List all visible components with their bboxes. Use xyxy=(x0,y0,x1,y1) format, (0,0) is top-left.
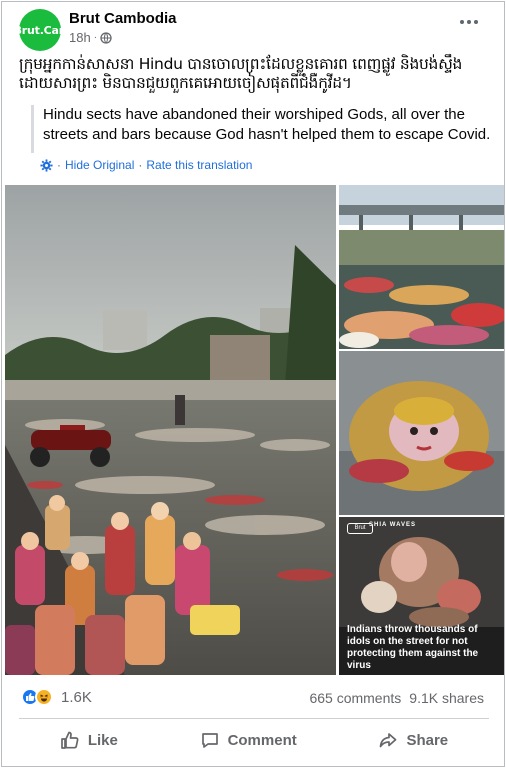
gear-icon[interactable] xyxy=(40,158,53,172)
shares-count[interactable]: 9.1K shares xyxy=(409,690,484,706)
engagement-stats: 665 comments 9.1K shares xyxy=(309,690,484,706)
post-time[interactable]: 18h xyxy=(69,30,91,45)
meta-separator: · xyxy=(93,32,98,43)
reactions-count: 1.6K xyxy=(61,688,92,706)
comment-icon xyxy=(201,733,218,748)
translation-controls: · Hide Original · Rate this translation xyxy=(40,158,252,172)
translated-text: Hindu sects have abandoned their worship… xyxy=(31,105,491,153)
post-caption: ក្រុមអ្នកកាន់សាសនា Hindu បានចោលព្រះដែលខ្… xyxy=(19,55,463,92)
comments-count[interactable]: 665 comments xyxy=(309,690,401,706)
comment-button[interactable]: Comment xyxy=(200,730,297,750)
reactions-summary[interactable]: 1.6K xyxy=(21,688,92,706)
photo-riverbank-idols[interactable] xyxy=(339,185,504,349)
page-avatar[interactable]: Brut.Can xyxy=(14,9,67,51)
like-label: Like xyxy=(87,731,118,749)
haha-reaction-icon xyxy=(35,688,53,706)
post-card: Brut.Can Brut Cambodia 18h · ក្រុមអ្នកកា… xyxy=(1,1,505,767)
hide-original-link[interactable]: Hide Original xyxy=(65,158,134,172)
photo-thrown-idols-captioned[interactable]: Brut SHIA WAVES Indians throw thousands … xyxy=(339,517,504,675)
avatar-text: Brut.Can xyxy=(13,23,67,37)
share-label: Share xyxy=(406,731,449,749)
page-name[interactable]: Brut Cambodia xyxy=(69,10,177,27)
rate-translation-link[interactable]: Rate this translation xyxy=(146,158,252,172)
like-button[interactable]: Like xyxy=(60,730,118,750)
action-bar: Like Comment Share xyxy=(19,726,489,754)
share-button[interactable]: Share xyxy=(378,730,448,750)
link-separator: · xyxy=(57,158,61,172)
post-meta: 18h · xyxy=(69,30,112,45)
photo-overlay-caption: Indians throw thousands of idols on the … xyxy=(347,624,479,671)
globe-icon xyxy=(100,31,112,44)
share-icon xyxy=(380,733,397,748)
photo-idol-in-water[interactable] xyxy=(339,351,504,515)
photo-main-street-idols[interactable] xyxy=(5,185,336,675)
link-separator: · xyxy=(138,158,143,172)
more-options-icon[interactable] xyxy=(460,20,478,24)
like-icon xyxy=(60,731,79,749)
divider xyxy=(19,718,489,719)
overlay-brand: SHIA WAVES xyxy=(369,522,417,528)
comment-label: Comment xyxy=(227,731,297,749)
